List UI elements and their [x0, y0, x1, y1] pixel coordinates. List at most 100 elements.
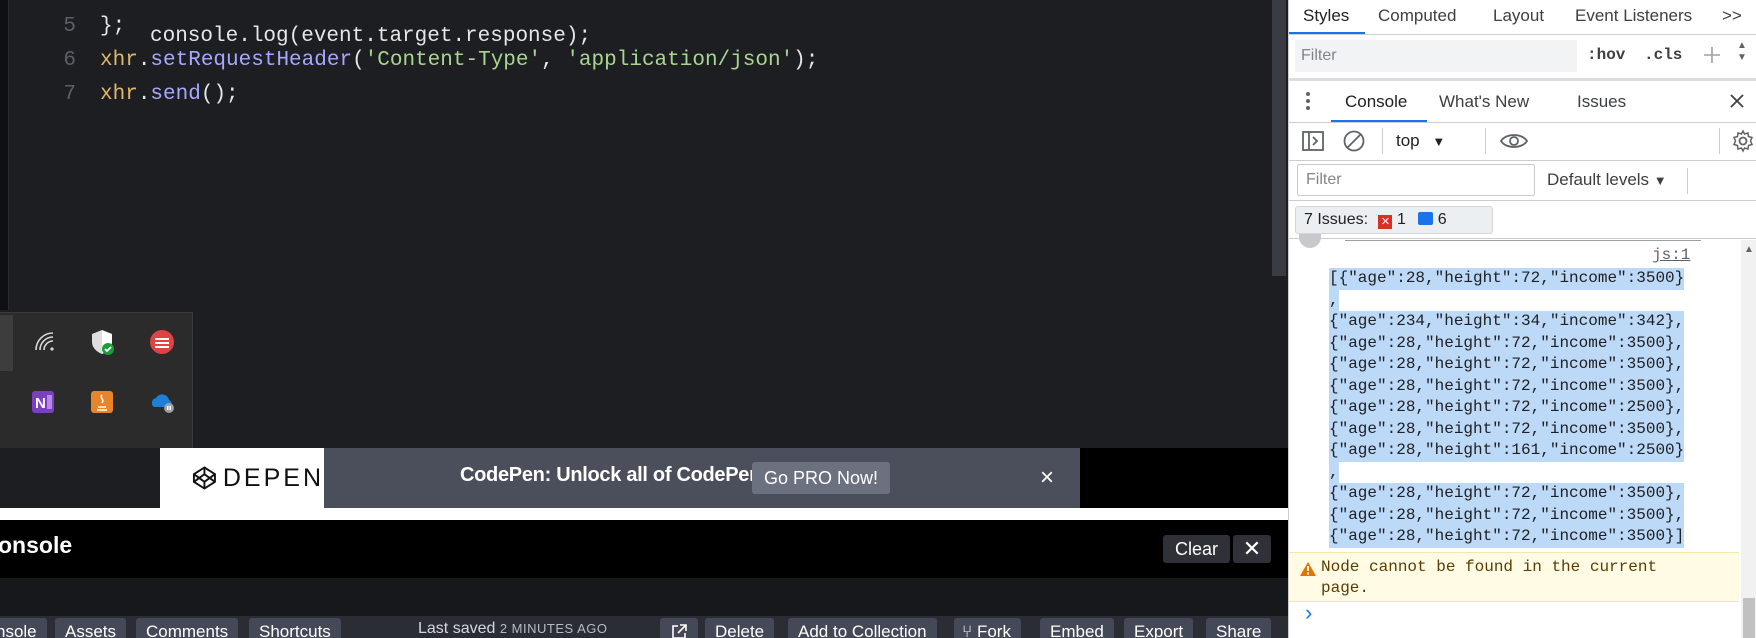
json-row: {"age":28,"height":72,"income":3500},	[1329, 504, 1705, 526]
drawer-menu-icon[interactable]	[1305, 90, 1311, 117]
clear-console-icon[interactable]	[1342, 129, 1366, 158]
json-row: {"age":28,"height":72,"income":3500},	[1329, 375, 1705, 397]
tab-computed[interactable]: Computed	[1378, 6, 1456, 26]
tab-console[interactable]: Console	[1345, 92, 1407, 112]
issues-error-count: 1	[1396, 211, 1406, 228]
cls-toggle[interactable]: .cls	[1644, 46, 1682, 64]
tab-styles[interactable]: Styles	[1303, 6, 1349, 26]
svg-text:N: N	[35, 395, 46, 412]
scroll-arrows-icon[interactable]: ▲ ▼	[1737, 40, 1747, 64]
console-settings-gear-icon[interactable]	[1731, 129, 1755, 158]
issues-info-count: 6	[1437, 211, 1447, 228]
console-prompt-icon[interactable]: ›	[1305, 602, 1312, 624]
json-line: ,	[1329, 289, 1339, 311]
codepen-logo[interactable]: DEPEN	[160, 448, 324, 508]
divider	[1289, 160, 1756, 161]
shortcuts-button[interactable]: Shortcuts	[249, 618, 341, 638]
last-saved-status: Last saved 2 MINUTES AGO	[418, 620, 607, 638]
code-text: };	[100, 10, 125, 44]
issues-counter-button[interactable]: 7 Issues: ✕ 1 6	[1295, 206, 1493, 234]
issues-label: 7 Issues:	[1304, 211, 1369, 228]
chevron-down-icon: ▼	[1432, 134, 1446, 149]
tab-event-listeners[interactable]: Event Listeners	[1575, 6, 1692, 26]
fork-button[interactable]: ⑂ Fork	[954, 618, 1021, 638]
code-token: };	[100, 15, 126, 38]
tab-whats-new[interactable]: What's New	[1439, 92, 1529, 112]
console-clear-button[interactable]: Clear	[1163, 535, 1231, 563]
code-token: .	[137, 83, 151, 106]
wifi-icon[interactable]	[30, 327, 60, 357]
code-editor[interactable]: console.log(event.target.response); 5}; 6…	[0, 0, 1288, 448]
close-drawer-icon[interactable]	[1729, 93, 1745, 114]
scroll-up-icon[interactable]: ▲	[1744, 244, 1754, 255]
line-number: 6	[63, 49, 76, 72]
code-token: send	[150, 83, 201, 106]
drawer-resize-handle[interactable]	[1289, 78, 1756, 81]
codepen-logo-text: DEPEN	[222, 463, 324, 492]
toolbar-divider	[1687, 168, 1688, 194]
code-text: xhr.setRequestHeader('Content-Type', 'ap…	[100, 44, 818, 78]
console-output[interactable]	[0, 578, 1288, 616]
onedrive-icon[interactable]	[147, 387, 177, 417]
live-expression-eye-icon[interactable]	[1499, 131, 1529, 156]
more-tabs-icon[interactable]: >>	[1722, 6, 1742, 26]
assets-button[interactable]: Assets	[55, 618, 127, 638]
source-link[interactable]: js:1	[1652, 246, 1690, 264]
json-row: {"age":28,"height":161,"income":2500}	[1329, 440, 1705, 462]
java-icon[interactable]	[87, 387, 117, 417]
fork-label: Fork	[976, 622, 1011, 638]
scrollbar-thumb[interactable]	[1743, 598, 1755, 638]
editor-scrollbar[interactable]	[1272, 0, 1286, 276]
sidebar-toggle-icon[interactable]	[1301, 130, 1325, 157]
json-line: {"age":28,"height":72,"income":3500},	[1329, 418, 1685, 440]
previous-message-underline	[1345, 240, 1701, 241]
promo-message: CodePen: Unlock all of CodePen	[460, 464, 762, 486]
styles-filter-input[interactable]: Filter	[1295, 40, 1577, 72]
json-row: {"age":28,"height":72,"income":2500},	[1329, 397, 1705, 419]
console-close-button[interactable]: ✕	[1233, 535, 1271, 563]
console-header: onsole Clear ✕	[0, 520, 1288, 578]
last-saved-label: Last saved	[418, 620, 496, 637]
share-button[interactable]: Share	[1206, 618, 1272, 638]
banner-right-gap	[1080, 448, 1288, 508]
red-app-icon[interactable]	[147, 327, 177, 357]
json-row: {"age":28,"height":72,"income":3500},	[1329, 418, 1705, 440]
console-filter-input[interactable]: Filter	[1297, 164, 1535, 196]
json-row: ,	[1329, 289, 1705, 311]
warning-text: Node cannot be found in the current page…	[1321, 558, 1658, 597]
open-external-button[interactable]	[660, 618, 698, 638]
divider	[1289, 238, 1756, 239]
code-token: .	[137, 49, 151, 72]
json-row: [{"age":28,"height":72,"income":3500}	[1329, 268, 1705, 290]
security-shield-icon[interactable]	[87, 327, 117, 357]
warning-icon	[1300, 562, 1316, 576]
console-log-area[interactable]: js:1 [{"age":28,"height":72,"income":350…	[1289, 234, 1756, 638]
comments-button[interactable]: Comments	[136, 618, 239, 638]
tab-layout[interactable]: Layout	[1493, 6, 1544, 26]
code-token: (	[352, 49, 365, 72]
console-tab-button[interactable]: nsole	[0, 618, 47, 638]
log-levels-dropdown[interactable]: Default levels ▼	[1547, 170, 1667, 190]
json-line: ,	[1329, 461, 1339, 483]
fork-icon: ⑂	[962, 622, 973, 638]
json-line: {"age":234,"height":34,"income":342},	[1329, 311, 1685, 333]
context-selector[interactable]: top ▼	[1396, 131, 1445, 151]
delete-button[interactable]: Delete	[705, 618, 775, 638]
json-line: [{"age":28,"height":72,"income":3500}	[1329, 268, 1685, 290]
hov-toggle[interactable]: :hov	[1587, 46, 1625, 64]
json-line: {"age":28,"height":72,"income":3500}]	[1329, 526, 1685, 548]
banner-close-icon[interactable]: ×	[1040, 466, 1054, 490]
onenote-icon[interactable]: N	[28, 387, 58, 417]
json-row: {"age":28,"height":72,"income":3500},	[1329, 354, 1705, 376]
last-saved-time: 2 MINUTES AGO	[499, 621, 608, 636]
new-style-rule-icon[interactable]	[1701, 44, 1723, 71]
tab-issues[interactable]: Issues	[1577, 92, 1626, 112]
elements-subtabs: Styles Computed Layout Event Listeners >…	[1289, 0, 1756, 32]
embed-button[interactable]: Embed	[1040, 618, 1114, 638]
json-line: {"age":28,"height":72,"income":3500},	[1329, 504, 1685, 526]
go-pro-button[interactable]: Go PRO Now!	[752, 462, 891, 494]
console-scrollbar[interactable]: ▲	[1741, 240, 1756, 638]
add-to-collection-button[interactable]: Add to Collection	[788, 618, 937, 638]
editor-footer: nsole Assets Comments Shortcuts Last sav…	[0, 616, 1288, 638]
export-button[interactable]: Export	[1124, 618, 1194, 638]
